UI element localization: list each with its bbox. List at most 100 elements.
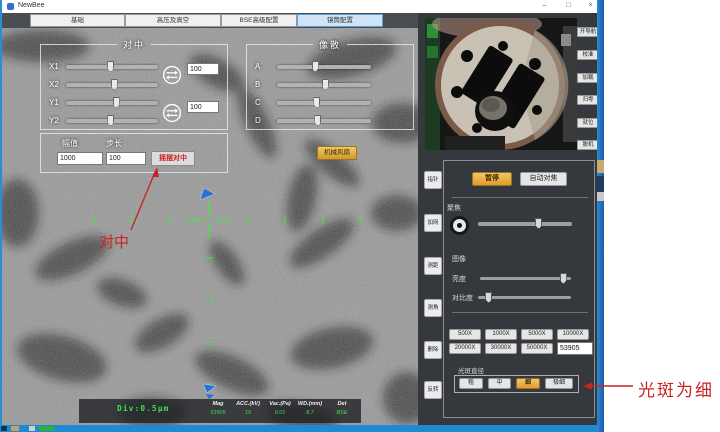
centering-group-title: 对中 [117, 38, 151, 51]
chamber-camera-view [425, 18, 577, 150]
y-gain-field[interactable] [187, 101, 219, 113]
tool-button-measure[interactable]: 测距 [424, 257, 442, 275]
astig-b-label: B [255, 80, 260, 89]
amplitude-field[interactable] [57, 152, 103, 165]
background-window-sliver [597, 160, 604, 173]
mechanical-fan-button[interactable]: 机械风扇 [317, 146, 357, 160]
mag-500x-button[interactable]: 500X [449, 329, 481, 340]
spot-annotation: 光斑为细 [638, 381, 714, 400]
astig-b-thumb[interactable] [322, 79, 329, 90]
amplitude-step-group: 幅值 步长 摇摆对中 [40, 133, 228, 173]
div-scale-label: Div:0.5μm [117, 404, 169, 413]
tool-button-pointer[interactable]: 指针 [424, 171, 442, 189]
mag-1000x-button[interactable]: 1000X [485, 329, 517, 340]
astig-c-thumb[interactable] [313, 97, 320, 108]
mag-5000x-button[interactable]: 5000X [521, 329, 553, 340]
wobble-align-button[interactable]: 摇摆对中 [151, 151, 195, 166]
screenshot-stage: NewBee – □ × 基础 高压及真空 BSE高级配置 镜筒配置 [0, 0, 720, 432]
focus-label: 聚焦 [447, 203, 461, 213]
minimize-button[interactable]: – [536, 0, 553, 12]
x-gain-field[interactable] [187, 63, 219, 75]
tool-button-grid[interactable]: 加网 [424, 214, 442, 232]
focus-slider[interactable] [478, 222, 572, 226]
autofocus-button[interactable]: 自动对焦 [520, 172, 567, 186]
y1-slider[interactable] [66, 101, 158, 105]
mag-10000x-button[interactable]: 10000X [557, 329, 589, 340]
magnification-field[interactable] [557, 342, 593, 355]
nav-button-load[interactable]: 加载 [577, 73, 599, 83]
mag-30000x-button[interactable]: 30000X [485, 343, 517, 354]
x1-slider-thumb[interactable] [107, 61, 114, 72]
tool-button-angle[interactable]: 测角 [424, 299, 442, 317]
tab-bse-advanced[interactable]: BSE高级配置 [221, 14, 297, 27]
astig-d-label: D [255, 116, 261, 125]
astigmatism-group-title: 像散 [313, 38, 347, 51]
y1-slider-thumb[interactable] [113, 97, 120, 108]
taskbar-item[interactable] [39, 426, 54, 431]
nav-button-zero[interactable]: 归零 [577, 95, 599, 105]
taskbar [0, 425, 598, 432]
spot-extrafine-button[interactable]: 极细 [545, 378, 573, 389]
image-section-label: 图像 [452, 254, 466, 264]
app-icon [7, 3, 14, 10]
tool-button-invert[interactable]: 反转 [424, 381, 442, 399]
step-field[interactable] [106, 152, 146, 165]
nav-button-navigation[interactable]: 开导航 [577, 27, 599, 37]
x2-label: X2 [49, 80, 59, 89]
y2-slider-thumb[interactable] [107, 115, 114, 126]
y1-label: Y1 [49, 98, 59, 107]
nav-button-position[interactable]: 就位 [577, 118, 599, 128]
divider [452, 197, 588, 198]
background-window-sliver [597, 176, 604, 192]
tab-basic[interactable]: 基础 [30, 14, 125, 27]
tool-button-delete[interactable]: 删除 [424, 341, 442, 359]
spot-coarse-button[interactable]: 粗 [459, 378, 483, 389]
mag-50000x-button[interactable]: 50000X [521, 343, 553, 354]
astigmatism-group: 像散 A B C D [246, 38, 414, 130]
status-vac: Vac.(Pa)0.01 [263, 401, 297, 416]
astig-d-thumb[interactable] [314, 115, 321, 126]
y2-label: Y2 [49, 116, 59, 125]
astig-c-slider[interactable] [277, 101, 371, 105]
window-border [597, 0, 604, 432]
y2-slider[interactable] [66, 119, 158, 123]
x1-slider[interactable] [66, 65, 158, 69]
nav-button-calibrate[interactable]: 校准 [577, 50, 599, 60]
tab-column-config[interactable]: 镜筒配置 [297, 14, 383, 27]
status-det: DetBSE [325, 401, 359, 416]
status-mag: Mag53905 [201, 401, 235, 416]
pause-button[interactable]: 暂停 [472, 172, 512, 186]
divider [452, 312, 588, 313]
y-rotate-icon[interactable] [162, 103, 182, 123]
astig-a-slider[interactable] [277, 65, 371, 69]
status-acc: ACC.(kV)15 [231, 401, 265, 416]
spot-fine-button[interactable]: 细 [516, 378, 540, 389]
tab-hv-vacuum[interactable]: 高压及真空 [125, 14, 221, 27]
astig-d-slider[interactable] [277, 119, 371, 123]
step-label: 步长 [106, 138, 122, 149]
mag-20000x-button[interactable]: 20000X [449, 343, 481, 354]
nav-button-offline[interactable]: 脱机 [577, 140, 599, 150]
brightness-slider[interactable] [480, 277, 571, 280]
amplitude-label: 幅值 [62, 138, 78, 149]
spot-size-label: 光斑直径 [458, 365, 484, 375]
astig-b-slider[interactable] [277, 83, 371, 87]
contrast-slider[interactable] [478, 296, 571, 299]
centering-group: 对中 X1 X2 Y1 Y2 [40, 38, 228, 130]
taskbar-item[interactable] [11, 426, 19, 431]
spot-medium-button[interactable]: 中 [488, 378, 511, 389]
title-bar: NewBee – □ × [0, 0, 598, 13]
focus-radio[interactable] [450, 216, 469, 235]
x2-slider-thumb[interactable] [111, 79, 118, 90]
taskbar-item[interactable] [29, 426, 35, 431]
astig-a-thumb[interactable] [312, 61, 319, 72]
astig-c-label: C [255, 98, 261, 107]
x-rotate-icon[interactable] [162, 65, 182, 85]
maximize-button[interactable]: □ [560, 0, 577, 12]
taskbar-item[interactable] [1, 426, 7, 431]
window-border [0, 0, 2, 426]
background-window-sliver [597, 192, 604, 201]
contrast-label: 对比度 [452, 293, 473, 303]
x2-slider[interactable] [66, 83, 158, 87]
x1-label: X1 [49, 62, 59, 71]
